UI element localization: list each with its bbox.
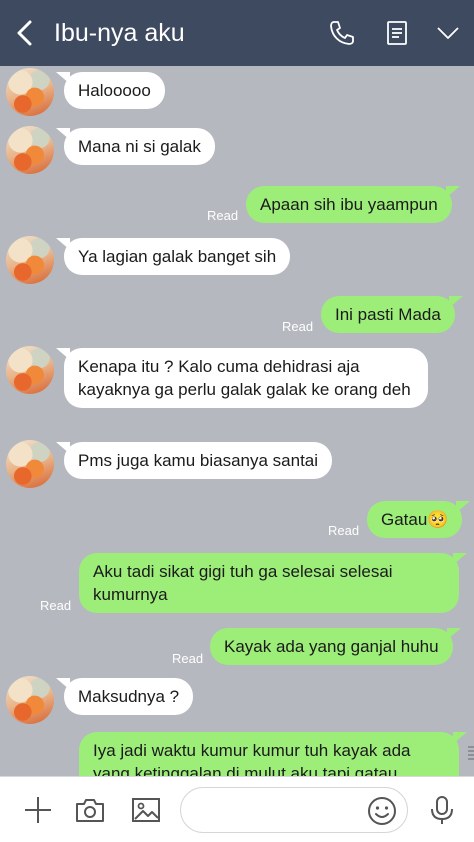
contact-avatar[interactable] — [6, 68, 54, 116]
message-bubble-outgoing[interactable]: Ini pasti Mada — [321, 296, 463, 333]
camera-icon[interactable] — [74, 794, 106, 826]
message-text: Gatau — [381, 510, 428, 529]
message-list[interactable]: Halooooo Mana ni si galak Read Apaan sih… — [0, 66, 474, 776]
emoji-icon[interactable] — [366, 795, 398, 827]
chat-title[interactable]: Ibu-nya aku — [54, 16, 185, 50]
message-bubble-incoming[interactable]: Ya lagian galak banget sih — [55, 238, 291, 275]
message-bubble-incoming[interactable]: Mana ni si galak — [56, 128, 215, 165]
message-bubble-incoming[interactable]: Kenapa itu ? Kalo cuma dehidrasi aja kay… — [56, 348, 428, 408]
message-bubble-outgoing[interactable]: Aku tadi sikat gigi tuh ga selesai seles… — [79, 553, 467, 613]
chat-header: Ibu-nya aku — [0, 0, 474, 66]
message-bubble-outgoing[interactable]: Gatau🥺 — [367, 501, 472, 538]
message-bubble-incoming[interactable]: Pms juga kamu biasanya santai — [55, 442, 333, 479]
read-status: Read — [207, 208, 239, 223]
message-bubble-outgoing[interactable]: Kayak ada yang ganjal huhu — [210, 628, 461, 665]
contact-avatar[interactable] — [6, 440, 54, 488]
plus-icon[interactable] — [22, 794, 54, 826]
contact-avatar[interactable] — [6, 676, 54, 724]
microphone-icon[interactable] — [426, 794, 458, 826]
scroll-handle[interactable] — [468, 746, 474, 760]
read-status: Read — [282, 319, 314, 334]
read-status: Read — [40, 598, 72, 613]
chevron-down-icon[interactable] — [434, 19, 462, 47]
contact-avatar[interactable] — [6, 126, 54, 174]
pleading-face-emoji: 🥺 — [427, 510, 449, 529]
message-bubble-incoming[interactable]: Maksudnya ? — [55, 678, 194, 715]
message-bubble-outgoing[interactable]: Apaan sih ibu yaampun — [246, 186, 460, 223]
read-status: Read — [328, 523, 360, 538]
phone-icon[interactable] — [328, 19, 356, 47]
message-bubble-incoming[interactable]: Halooooo — [56, 72, 165, 109]
message-input-bar — [0, 776, 474, 842]
message-bubble-outgoing[interactable]: Iya jadi waktu kumur kumur tuh kayak ada… — [79, 732, 467, 776]
read-status: Read — [172, 651, 204, 666]
back-arrow-icon[interactable] — [10, 18, 40, 48]
image-icon[interactable] — [130, 794, 162, 826]
notes-icon[interactable] — [383, 19, 411, 47]
contact-avatar[interactable] — [6, 236, 54, 284]
contact-avatar[interactable] — [6, 346, 54, 394]
